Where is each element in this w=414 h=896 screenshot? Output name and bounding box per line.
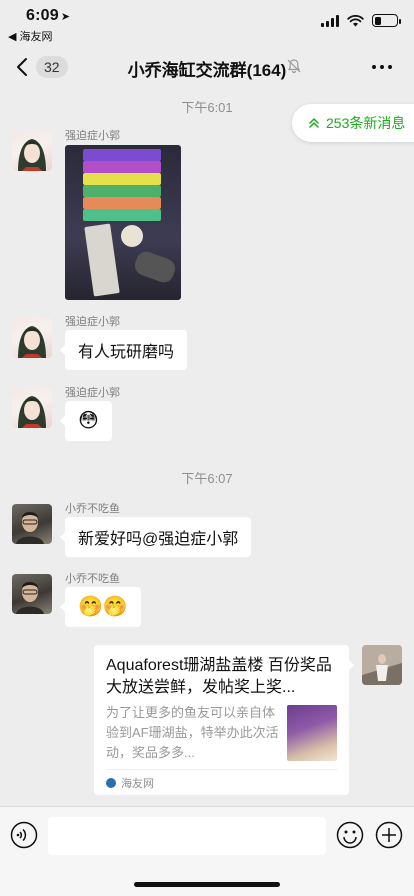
photo-detail — [83, 209, 161, 221]
source-logo-icon — [106, 778, 116, 788]
new-messages-button[interactable]: 253条新消息 — [292, 104, 414, 142]
status-icons — [321, 14, 401, 27]
sender-name: 强迫症小郭 — [65, 387, 120, 399]
photo-detail — [83, 149, 161, 161]
plus-icon[interactable] — [375, 821, 403, 849]
timestamp-separator: 下午6:07 — [181, 471, 233, 486]
photo-detail — [83, 173, 161, 185]
avatar-sender[interactable] — [12, 504, 52, 544]
shared-photo[interactable] — [65, 145, 181, 300]
link-source: 海友网 — [106, 775, 154, 791]
sender-name: 强迫症小郭 — [65, 316, 120, 328]
emoji-icon[interactable] — [336, 821, 364, 849]
link-description: 为了让更多的鱼友可以亲自体验到AF珊湖盐，特举办此次活动，奖品多多... — [106, 705, 279, 760]
new-messages-label: 253条新消息 — [326, 115, 406, 131]
photo-detail — [84, 223, 120, 297]
mute-bell-icon — [287, 59, 301, 74]
avatar-sender[interactable] — [12, 318, 52, 358]
wifi-icon — [347, 14, 364, 26]
avatar-sender[interactable] — [12, 388, 52, 428]
photo-detail — [121, 225, 143, 247]
photo-detail — [83, 197, 161, 209]
emoji-message-bubble[interactable]: 😳 — [60, 401, 112, 441]
person-avatar-icon — [16, 512, 44, 544]
shared-link-card[interactable]: Aquaforest珊湖盐盖楼 百份奖品大放送尝鲜，发帖奖上奖... 为了让更多… — [94, 645, 354, 795]
self-avatar-icon — [362, 645, 402, 685]
double-chevron-up-icon — [309, 118, 319, 128]
divider — [106, 769, 337, 770]
link-thumbnail — [287, 705, 337, 761]
back-to-app-link[interactable]: ◀ 海友网 — [8, 28, 53, 44]
link-source-name: 海友网 — [121, 778, 154, 790]
sender-name: 小乔不吃鱼 — [65, 503, 120, 515]
status-time-text: 6:09 — [26, 7, 59, 24]
photo-detail — [83, 161, 161, 173]
emoji-message-bubble[interactable]: 🤭🤭 — [60, 587, 141, 627]
text-message-bubble[interactable]: 有人玩研磨吗 — [59, 330, 188, 370]
voice-icon[interactable] — [10, 821, 38, 849]
status-time: 6:09 ➤ — [26, 7, 70, 25]
avatar-sender[interactable] — [12, 574, 52, 614]
person-avatar-icon — [16, 582, 44, 614]
anime-avatar-icon — [18, 139, 46, 171]
text-message-bubble[interactable]: 新爱好吗@强迫症小郭 — [59, 517, 252, 557]
avatar-sender[interactable] — [12, 131, 52, 171]
link-title: Aquaforest珊湖盐盖楼 百份奖品大放送尝鲜，发帖奖上奖... — [106, 657, 332, 696]
chat-header: 32 小乔海缸交流群(164) — [0, 44, 414, 90]
status-bar: 6:09 ➤ ◀ 海友网 — [0, 0, 414, 44]
location-arrow-icon: ➤ — [60, 11, 71, 23]
sender-name: 强迫症小郭 — [65, 130, 120, 142]
message-input[interactable] — [48, 817, 326, 855]
photo-detail — [132, 248, 178, 286]
cellular-signal-icon — [321, 14, 339, 27]
photo-detail — [83, 185, 161, 197]
anime-avatar-icon — [18, 326, 46, 358]
battery-level — [374, 16, 381, 25]
battery-icon — [372, 14, 401, 27]
more-dots-icon[interactable] — [372, 65, 392, 69]
sender-name: 小乔不吃鱼 — [65, 573, 120, 585]
home-indicator — [134, 882, 280, 887]
chat-title: 小乔海缸交流群(164) — [127, 61, 287, 80]
avatar-self[interactable] — [362, 645, 402, 685]
anime-avatar-icon — [18, 396, 46, 428]
